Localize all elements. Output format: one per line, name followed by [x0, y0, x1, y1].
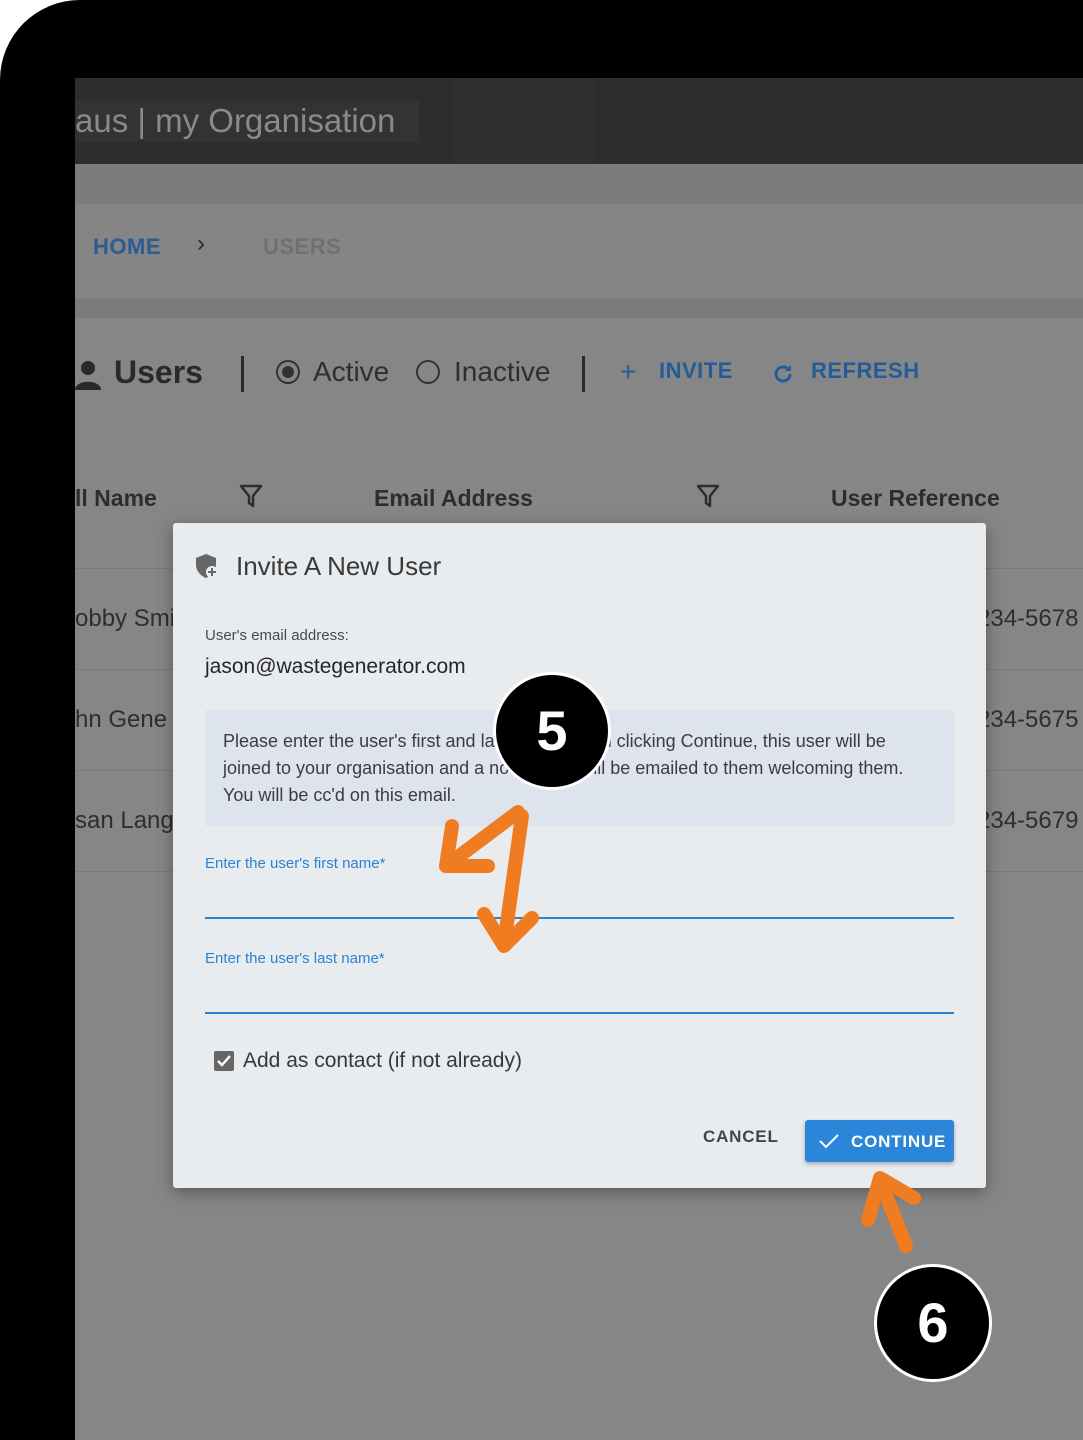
invite-user-dialog: Invite A New User User's email address: …	[173, 523, 986, 1188]
cancel-button[interactable]: CANCEL	[703, 1127, 779, 1147]
refresh-icon	[774, 365, 792, 383]
user-icon	[75, 361, 101, 390]
plus-icon: +	[620, 356, 637, 387]
continue-button[interactable]: CONTINUE	[805, 1120, 954, 1162]
cell-name: san Lang	[75, 807, 174, 834]
first-name-field[interactable]: Enter the user's first name*	[205, 855, 958, 919]
cell-reference: 234-5678	[977, 605, 1079, 632]
cell-reference: 234-5675	[977, 706, 1079, 733]
column-header-full-name[interactable]: ll Name	[75, 485, 157, 512]
filter-icon[interactable]	[239, 483, 263, 509]
radio-active-label[interactable]: Active	[313, 356, 389, 388]
add-contact-label[interactable]: Add as contact (if not already)	[243, 1049, 522, 1073]
filter-icon[interactable]	[696, 483, 720, 509]
first-name-input[interactable]	[205, 883, 958, 913]
breadcrumb-home-link[interactable]: HOME	[93, 234, 161, 260]
breadcrumb-divider	[75, 298, 1083, 318]
breadcrumb-current: USERS	[263, 234, 342, 259]
email-value: jason@wastegenerator.com	[205, 655, 466, 678]
invite-button[interactable]: INVITE	[659, 358, 733, 384]
step-badge-5: 5	[493, 672, 611, 790]
add-contact-checkbox[interactable]	[214, 1051, 234, 1071]
radio-inactive-label[interactable]: Inactive	[454, 356, 551, 388]
refresh-button[interactable]: REFRESH	[811, 358, 920, 384]
header-divider	[75, 164, 1083, 204]
chevron-right-icon: ›	[197, 230, 205, 257]
page-title: Users	[114, 354, 203, 390]
first-name-label: Enter the user's first name*	[205, 855, 386, 872]
last-name-field[interactable]: Enter the user's last name*	[205, 950, 958, 1014]
check-icon	[819, 1134, 839, 1149]
divider	[582, 356, 585, 392]
users-toolbar: Users Active Inactive + INVITE REFRESH	[75, 348, 1083, 408]
column-header-email[interactable]: Email Address	[374, 485, 533, 512]
app-title: aus | my Organisation	[75, 100, 420, 142]
check-icon	[217, 1055, 231, 1067]
continue-button-label: CONTINUE	[851, 1132, 947, 1151]
email-label: User's email address:	[205, 627, 349, 644]
step-badge-6: 6	[874, 1264, 992, 1382]
last-name-input[interactable]	[205, 978, 958, 1008]
dialog-title: Invite A New User	[236, 551, 442, 581]
cell-name: hn Gene	[75, 706, 168, 733]
radio-active[interactable]	[276, 360, 300, 384]
cell-name: obby Smit	[75, 605, 182, 632]
cell-reference: 234-5679	[977, 807, 1079, 834]
radio-inactive[interactable]	[416, 360, 440, 384]
last-name-label: Enter the user's last name*	[205, 950, 385, 967]
divider	[241, 356, 244, 392]
header-segment	[453, 78, 595, 164]
breadcrumb: HOME › USERS	[75, 204, 1083, 298]
app-header: aus | my Organisation	[75, 78, 1083, 164]
column-header-user-reference[interactable]: User Reference	[831, 485, 1000, 512]
shield-plus-icon	[196, 554, 218, 578]
